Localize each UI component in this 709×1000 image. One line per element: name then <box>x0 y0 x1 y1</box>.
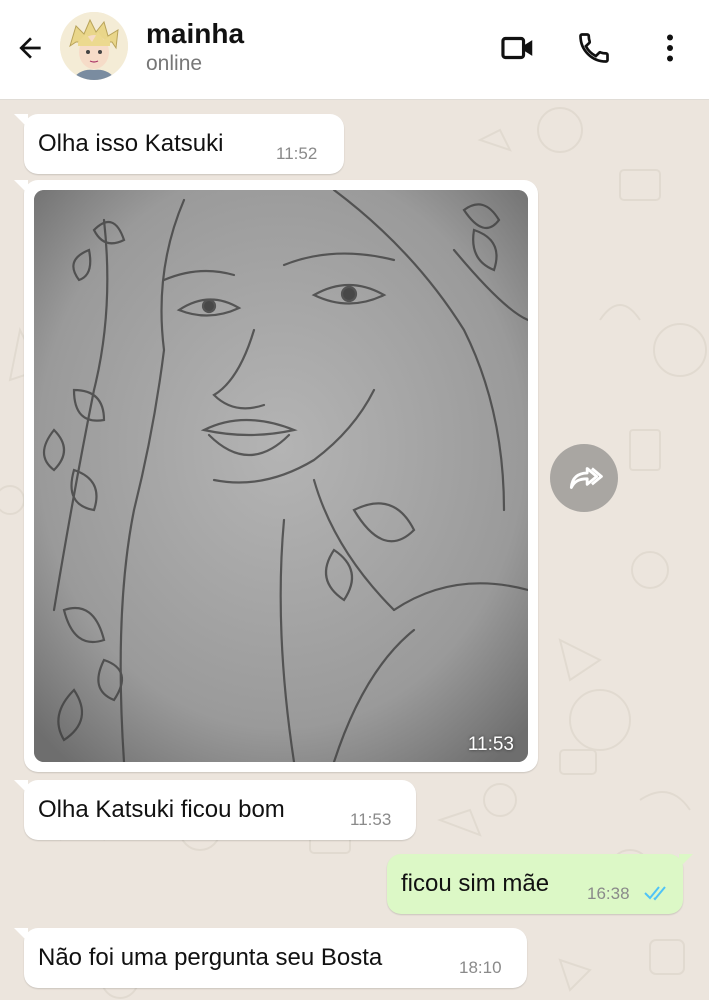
forward-icon <box>569 467 603 489</box>
phone-icon <box>579 33 609 63</box>
message-bubble-outgoing[interactable]: ficou sim mãe 16:38 <box>387 854 693 914</box>
chat-header: mainha online <box>0 0 709 100</box>
pencil-portrait-drawing <box>34 190 528 762</box>
double-check-icon <box>644 886 666 901</box>
message-bubble-incoming[interactable]: Olha isso Katsuki 11:52 <box>14 114 344 174</box>
bubble-tail <box>14 928 28 942</box>
bubble-tail <box>14 780 28 794</box>
chat-area[interactable]: Olha isso Katsuki 11:52 11:53 Olha Katsu… <box>0 100 709 1000</box>
message-text: Olha isso Katsuki <box>38 130 224 157</box>
contact-name[interactable]: mainha <box>146 18 244 50</box>
video-call-button[interactable] <box>496 26 540 70</box>
message-time: 11:52 <box>276 144 318 163</box>
message-text: Não foi uma pergunta seu Bosta <box>38 944 383 971</box>
contact-status: online <box>146 52 203 75</box>
arrow-left-icon <box>19 37 41 59</box>
bubble-tail <box>679 854 693 868</box>
video-camera-icon <box>501 36 533 60</box>
message-text: ficou sim mãe <box>401 870 550 897</box>
message-time: 11:53 <box>350 810 392 829</box>
message-bubble-incoming[interactable]: Olha Katsuki ficou bom 11:53 <box>14 780 416 840</box>
image-time: 11:53 <box>467 734 514 755</box>
voice-call-button[interactable] <box>572 26 616 70</box>
message-bubble-image[interactable]: 11:53 <box>14 180 538 772</box>
bubble-tail <box>14 180 28 194</box>
back-button[interactable] <box>10 28 50 68</box>
message-text: Olha Katsuki ficou bom <box>38 796 285 823</box>
more-vertical-icon <box>667 34 673 62</box>
message-time: 16:38 <box>587 884 630 903</box>
message-time: 18:10 <box>459 958 502 977</box>
sketch-image[interactable]: 11:53 <box>34 190 528 762</box>
message-bubble-incoming[interactable]: Não foi uma pergunta seu Bosta 18:10 <box>14 928 527 988</box>
avatar-image <box>60 12 128 80</box>
avatar[interactable] <box>60 12 128 80</box>
bubble-tail <box>14 114 28 128</box>
forward-button[interactable] <box>550 444 618 512</box>
more-options-button[interactable] <box>648 26 692 70</box>
